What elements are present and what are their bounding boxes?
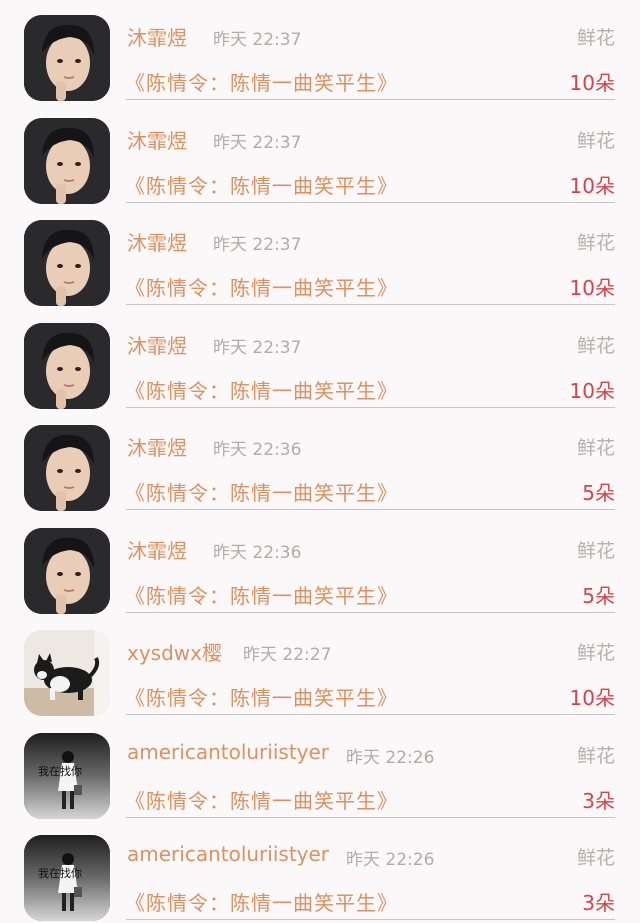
timestamp: 昨天 22:36	[213, 542, 302, 563]
avatar[interactable]	[24, 117, 110, 204]
timestamp: 昨天 22:26	[346, 850, 435, 870]
gift-type: 鲜花	[576, 437, 615, 459]
book-title[interactable]: 《陈情令：陈情一曲笑平生》	[125, 887, 398, 916]
gift-count: 5朵	[582, 481, 615, 505]
gift-count: 10朵	[569, 686, 615, 710]
gift-type: 鲜花	[576, 539, 615, 562]
avatar[interactable]	[24, 527, 110, 614]
portrait-male-icon	[24, 220, 110, 306]
gift-count: 10朵	[569, 378, 615, 403]
gift-count: 3朵	[582, 891, 615, 915]
list-item[interactable]: 我在找你 americantoluriistyer 昨天 22:26 鲜花 《陈…	[0, 718, 640, 821]
gift-count: 10朵	[569, 276, 615, 300]
divider	[126, 509, 615, 510]
book-title[interactable]: 《陈情令：陈情一曲笑平生》	[125, 272, 398, 301]
portrait-male-icon	[24, 322, 110, 409]
book-title[interactable]: 《陈情令：陈情一曲笑平生》	[125, 67, 398, 96]
list-item[interactable]: 沐霏煜 昨天 22:36 鲜花 《陈情令：陈情一曲笑平生》 5朵	[0, 410, 640, 513]
avatar-caption: 我在找你	[38, 866, 82, 880]
username[interactable]: 沐霏煜	[127, 22, 187, 51]
portrait-male-icon	[24, 527, 110, 614]
username[interactable]: 沐霏煜	[127, 330, 187, 359]
divider	[126, 611, 615, 613]
portrait-male-icon	[24, 15, 110, 101]
girl-bw-icon: 我在找你	[24, 835, 110, 921]
cat-icon	[24, 630, 110, 716]
divider	[126, 919, 615, 920]
girl-bw-icon: 我在找你	[24, 732, 110, 819]
avatar[interactable]	[24, 630, 110, 716]
gift-type: 鲜花	[576, 129, 615, 152]
gift-count: 10朵	[569, 71, 615, 95]
list-item[interactable]: 我在找你 americantoluriistyer 昨天 22:26 鲜花 《陈…	[0, 820, 640, 923]
avatar[interactable]	[24, 15, 110, 101]
gift-type: 鲜花	[576, 847, 615, 869]
book-title[interactable]: 《陈情令：陈情一曲笑平生》	[125, 170, 398, 199]
timestamp: 昨天 22:27	[243, 645, 332, 665]
gift-type: 鲜花	[576, 744, 615, 767]
list-item[interactable]: 沐霏煜 昨天 22:37 鲜花 《陈情令：陈情一曲笑平生》 10朵	[0, 0, 640, 103]
username[interactable]: americantoluriistyer	[127, 740, 329, 764]
username[interactable]: 沐霏煜	[127, 432, 187, 461]
avatar[interactable]	[24, 322, 110, 409]
list-item[interactable]: 沐霏煜 昨天 22:37 鲜花 《陈情令：陈情一曲笑平生》 10朵	[0, 308, 640, 411]
avatar[interactable]	[24, 220, 110, 306]
divider	[126, 99, 615, 100]
portrait-male-icon	[24, 117, 110, 204]
list-item[interactable]: 沐霏煜 昨天 22:36 鲜花 《陈情令：陈情一曲笑平生》 5朵	[0, 513, 640, 616]
username[interactable]: xysdwx樱	[127, 637, 222, 666]
gift-type: 鲜花	[576, 642, 615, 664]
timestamp: 昨天 22:36	[213, 440, 302, 460]
username[interactable]: 沐霏煜	[127, 227, 187, 256]
username[interactable]: americantoluriistyer	[127, 842, 329, 866]
gift-count: 10朵	[569, 173, 615, 198]
timestamp: 昨天 22:37	[213, 337, 302, 358]
divider	[126, 406, 615, 408]
avatar[interactable]: 我在找你	[24, 732, 110, 819]
gift-count: 3朵	[582, 788, 615, 813]
divider	[126, 304, 615, 305]
book-title[interactable]: 《陈情令：陈情一曲笑平生》	[125, 580, 398, 609]
gift-type: 鲜花	[576, 27, 615, 49]
portrait-male-icon	[24, 425, 110, 511]
divider	[126, 714, 615, 715]
divider	[126, 201, 615, 203]
divider	[126, 816, 615, 818]
avatar-caption: 我在找你	[38, 764, 82, 778]
book-title[interactable]: 《陈情令：陈情一曲笑平生》	[125, 785, 398, 814]
username[interactable]: 沐霏煜	[127, 125, 187, 154]
gift-type: 鲜花	[576, 232, 615, 254]
book-title[interactable]: 《陈情令：陈情一曲笑平生》	[125, 477, 398, 506]
username[interactable]: 沐霏煜	[127, 535, 187, 564]
gift-list: 沐霏煜 昨天 22:37 鲜花 《陈情令：陈情一曲笑平生》 10朵 沐霏煜 昨天…	[0, 0, 640, 923]
timestamp: 昨天 22:37	[213, 132, 302, 153]
list-item[interactable]: xysdwx樱 昨天 22:27 鲜花 《陈情令：陈情一曲笑平生》 10朵	[0, 615, 640, 718]
gift-type: 鲜花	[576, 334, 615, 357]
list-item[interactable]: 沐霏煜 昨天 22:37 鲜花 《陈情令：陈情一曲笑平生》 10朵	[0, 103, 640, 206]
avatar[interactable]: 我在找你	[24, 835, 110, 921]
avatar[interactable]	[24, 425, 110, 511]
book-title[interactable]: 《陈情令：陈情一曲笑平生》	[125, 375, 398, 404]
timestamp: 昨天 22:26	[346, 747, 435, 768]
timestamp: 昨天 22:37	[213, 235, 302, 255]
book-title[interactable]: 《陈情令：陈情一曲笑平生》	[125, 682, 398, 711]
list-item[interactable]: 沐霏煜 昨天 22:37 鲜花 《陈情令：陈情一曲笑平生》 10朵	[0, 205, 640, 308]
timestamp: 昨天 22:37	[213, 30, 302, 50]
gift-count: 5朵	[582, 583, 615, 608]
